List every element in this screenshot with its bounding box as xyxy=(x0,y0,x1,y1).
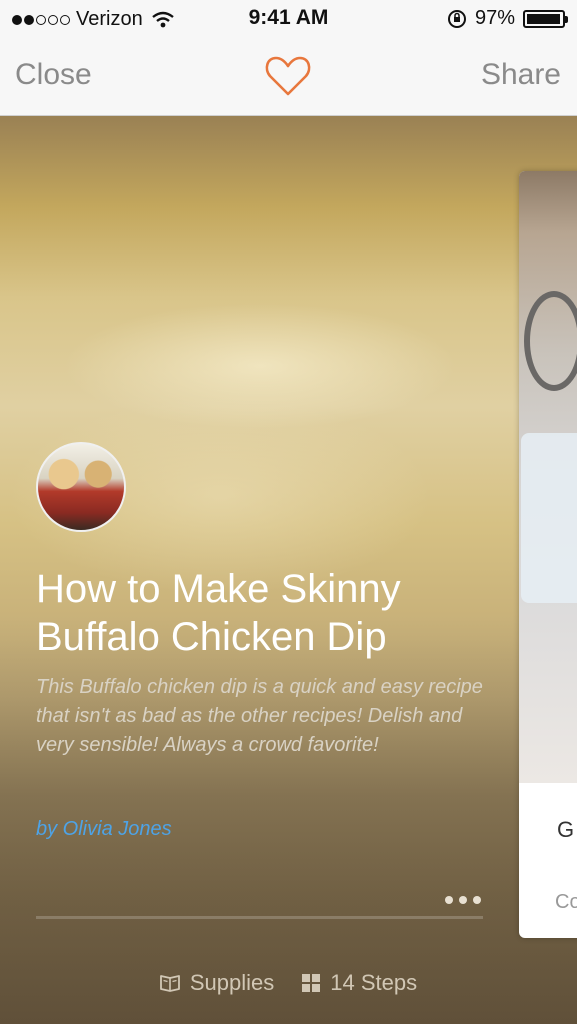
supplies-label: Supplies xyxy=(189,970,275,995)
next-project-title: G xyxy=(557,817,575,842)
project-description: This Buffalo chicken dip is a quick and … xyxy=(36,676,483,756)
author-link[interactable]: by Olivia Jones xyxy=(36,818,172,841)
author-avatar[interactable] xyxy=(36,442,126,532)
nav-bar: Close Share xyxy=(0,38,577,116)
next-project-card[interactable]: G Co xyxy=(519,171,577,938)
book-icon xyxy=(159,975,180,992)
close-button[interactable]: Close xyxy=(15,58,92,92)
battery-group: 97% xyxy=(447,7,568,30)
dial-shape xyxy=(524,291,577,391)
share-button[interactable]: Share xyxy=(481,58,561,92)
battery-percent: 97% xyxy=(474,7,515,29)
progress-track xyxy=(36,916,483,919)
heart-icon[interactable] xyxy=(264,54,312,98)
next-project-subtitle: Co xyxy=(555,891,577,913)
steps-label: 14 Steps xyxy=(330,970,418,995)
rotation-lock-icon xyxy=(447,9,466,28)
more-options-icon[interactable] xyxy=(445,890,481,910)
project-footer: Supplies 14 Steps xyxy=(0,966,577,1000)
supplies-button[interactable]: Supplies xyxy=(159,970,275,996)
status-bar: Verizon 9:41 AM 97% xyxy=(0,0,577,38)
battery-icon xyxy=(523,9,568,28)
cup-shape xyxy=(521,433,577,603)
steps-button[interactable]: 14 Steps xyxy=(302,970,417,996)
grid-icon xyxy=(302,974,321,992)
project-title: How to Make Skinny Buffalo Chicken Dip xyxy=(36,567,401,659)
